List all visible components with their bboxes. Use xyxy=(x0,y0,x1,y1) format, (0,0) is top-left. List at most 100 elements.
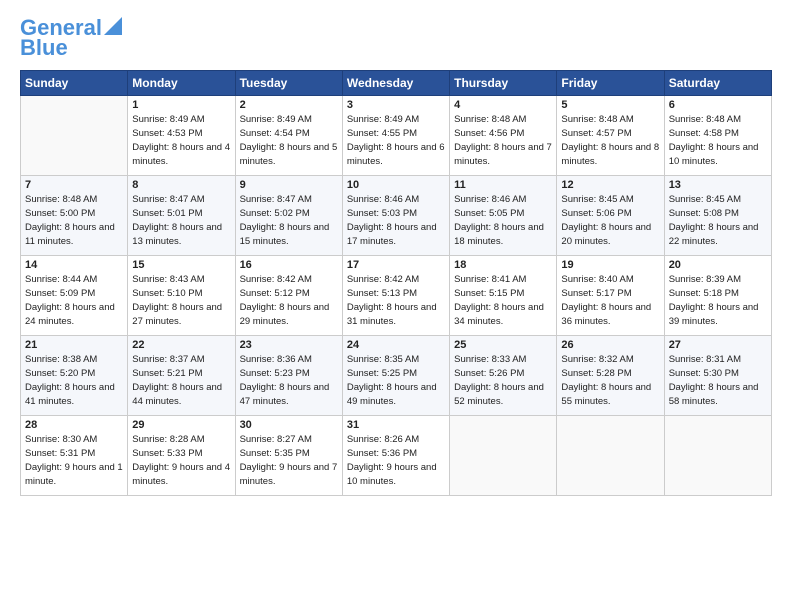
sunrise-text: Sunrise: 8:41 AM xyxy=(454,273,552,287)
cell-content: Sunrise: 8:48 AM Sunset: 5:00 PM Dayligh… xyxy=(25,193,123,248)
sunrise-text: Sunrise: 8:48 AM xyxy=(25,193,123,207)
sunrise-text: Sunrise: 8:32 AM xyxy=(561,353,659,367)
daylight-text: Daylight: 8 hours and 39 minutes. xyxy=(669,301,767,329)
sunrise-text: Sunrise: 8:46 AM xyxy=(347,193,445,207)
day-number: 7 xyxy=(25,179,123,191)
sunrise-text: Sunrise: 8:48 AM xyxy=(454,113,552,127)
cell-content: Sunrise: 8:49 AM Sunset: 4:55 PM Dayligh… xyxy=(347,113,445,168)
cell-content: Sunrise: 8:30 AM Sunset: 5:31 PM Dayligh… xyxy=(25,433,123,488)
sunset-text: Sunset: 5:36 PM xyxy=(347,447,445,461)
sunrise-text: Sunrise: 8:49 AM xyxy=(347,113,445,127)
sunset-text: Sunset: 5:17 PM xyxy=(561,287,659,301)
sunset-text: Sunset: 5:35 PM xyxy=(240,447,338,461)
sunset-text: Sunset: 5:28 PM xyxy=(561,367,659,381)
sunset-text: Sunset: 5:30 PM xyxy=(669,367,767,381)
daylight-text: Daylight: 8 hours and 17 minutes. xyxy=(347,221,445,249)
sunset-text: Sunset: 5:26 PM xyxy=(454,367,552,381)
cell-content: Sunrise: 8:33 AM Sunset: 5:26 PM Dayligh… xyxy=(454,353,552,408)
day-number: 20 xyxy=(669,259,767,271)
daylight-text: Daylight: 8 hours and 52 minutes. xyxy=(454,381,552,409)
day-number: 4 xyxy=(454,99,552,111)
cell-content: Sunrise: 8:37 AM Sunset: 5:21 PM Dayligh… xyxy=(132,353,230,408)
daylight-text: Daylight: 8 hours and 18 minutes. xyxy=(454,221,552,249)
daylight-text: Daylight: 8 hours and 4 minutes. xyxy=(132,141,230,169)
calendar-cell: 29 Sunrise: 8:28 AM Sunset: 5:33 PM Dayl… xyxy=(128,416,235,496)
daylight-text: Daylight: 8 hours and 58 minutes. xyxy=(669,381,767,409)
calendar-cell: 9 Sunrise: 8:47 AM Sunset: 5:02 PM Dayli… xyxy=(235,176,342,256)
cell-content: Sunrise: 8:46 AM Sunset: 5:03 PM Dayligh… xyxy=(347,193,445,248)
sunset-text: Sunset: 5:12 PM xyxy=(240,287,338,301)
calendar-cell: 3 Sunrise: 8:49 AM Sunset: 4:55 PM Dayli… xyxy=(342,96,449,176)
day-number: 9 xyxy=(240,179,338,191)
sunset-text: Sunset: 4:56 PM xyxy=(454,127,552,141)
day-number: 13 xyxy=(669,179,767,191)
sunset-text: Sunset: 5:33 PM xyxy=(132,447,230,461)
weekday-header-monday: Monday xyxy=(128,71,235,96)
calendar-cell xyxy=(21,96,128,176)
daylight-text: Daylight: 8 hours and 27 minutes. xyxy=(132,301,230,329)
daylight-text: Daylight: 8 hours and 22 minutes. xyxy=(669,221,767,249)
day-number: 21 xyxy=(25,339,123,351)
sunrise-text: Sunrise: 8:42 AM xyxy=(240,273,338,287)
weekday-header-thursday: Thursday xyxy=(450,71,557,96)
day-number: 26 xyxy=(561,339,659,351)
sunset-text: Sunset: 4:54 PM xyxy=(240,127,338,141)
cell-content: Sunrise: 8:43 AM Sunset: 5:10 PM Dayligh… xyxy=(132,273,230,328)
daylight-text: Daylight: 8 hours and 7 minutes. xyxy=(454,141,552,169)
daylight-text: Daylight: 8 hours and 36 minutes. xyxy=(561,301,659,329)
sunrise-text: Sunrise: 8:44 AM xyxy=(25,273,123,287)
calendar-cell: 16 Sunrise: 8:42 AM Sunset: 5:12 PM Dayl… xyxy=(235,256,342,336)
week-row-4: 28 Sunrise: 8:30 AM Sunset: 5:31 PM Dayl… xyxy=(21,416,772,496)
cell-content: Sunrise: 8:49 AM Sunset: 4:54 PM Dayligh… xyxy=(240,113,338,168)
weekday-header-saturday: Saturday xyxy=(664,71,771,96)
cell-content: Sunrise: 8:49 AM Sunset: 4:53 PM Dayligh… xyxy=(132,113,230,168)
sunrise-text: Sunrise: 8:47 AM xyxy=(132,193,230,207)
logo-triangle-icon xyxy=(104,17,122,35)
daylight-text: Daylight: 8 hours and 41 minutes. xyxy=(25,381,123,409)
sunrise-text: Sunrise: 8:31 AM xyxy=(669,353,767,367)
calendar-cell: 4 Sunrise: 8:48 AM Sunset: 4:56 PM Dayli… xyxy=(450,96,557,176)
daylight-text: Daylight: 8 hours and 15 minutes. xyxy=(240,221,338,249)
cell-content: Sunrise: 8:32 AM Sunset: 5:28 PM Dayligh… xyxy=(561,353,659,408)
daylight-text: Daylight: 8 hours and 29 minutes. xyxy=(240,301,338,329)
cell-content: Sunrise: 8:31 AM Sunset: 5:30 PM Dayligh… xyxy=(669,353,767,408)
day-number: 12 xyxy=(561,179,659,191)
calendar-cell xyxy=(664,416,771,496)
sunrise-text: Sunrise: 8:42 AM xyxy=(347,273,445,287)
calendar-cell: 2 Sunrise: 8:49 AM Sunset: 4:54 PM Dayli… xyxy=(235,96,342,176)
sunset-text: Sunset: 5:08 PM xyxy=(669,207,767,221)
weekday-header-wednesday: Wednesday xyxy=(342,71,449,96)
cell-content: Sunrise: 8:48 AM Sunset: 4:56 PM Dayligh… xyxy=(454,113,552,168)
daylight-text: Daylight: 9 hours and 7 minutes. xyxy=(240,461,338,489)
week-row-2: 14 Sunrise: 8:44 AM Sunset: 5:09 PM Dayl… xyxy=(21,256,772,336)
calendar-cell: 5 Sunrise: 8:48 AM Sunset: 4:57 PM Dayli… xyxy=(557,96,664,176)
weekday-header-row: SundayMondayTuesdayWednesdayThursdayFrid… xyxy=(21,71,772,96)
day-number: 5 xyxy=(561,99,659,111)
day-number: 17 xyxy=(347,259,445,271)
calendar-cell: 7 Sunrise: 8:48 AM Sunset: 5:00 PM Dayli… xyxy=(21,176,128,256)
calendar-cell: 14 Sunrise: 8:44 AM Sunset: 5:09 PM Dayl… xyxy=(21,256,128,336)
cell-content: Sunrise: 8:39 AM Sunset: 5:18 PM Dayligh… xyxy=(669,273,767,328)
day-number: 18 xyxy=(454,259,552,271)
cell-content: Sunrise: 8:46 AM Sunset: 5:05 PM Dayligh… xyxy=(454,193,552,248)
daylight-text: Daylight: 8 hours and 49 minutes. xyxy=(347,381,445,409)
daylight-text: Daylight: 8 hours and 20 minutes. xyxy=(561,221,659,249)
sunrise-text: Sunrise: 8:35 AM xyxy=(347,353,445,367)
daylight-text: Daylight: 8 hours and 13 minutes. xyxy=(132,221,230,249)
day-number: 22 xyxy=(132,339,230,351)
cell-content: Sunrise: 8:44 AM Sunset: 5:09 PM Dayligh… xyxy=(25,273,123,328)
calendar-cell: 22 Sunrise: 8:37 AM Sunset: 5:21 PM Dayl… xyxy=(128,336,235,416)
day-number: 2 xyxy=(240,99,338,111)
cell-content: Sunrise: 8:48 AM Sunset: 4:58 PM Dayligh… xyxy=(669,113,767,168)
day-number: 25 xyxy=(454,339,552,351)
sunrise-text: Sunrise: 8:39 AM xyxy=(669,273,767,287)
day-number: 31 xyxy=(347,419,445,431)
day-number: 19 xyxy=(561,259,659,271)
cell-content: Sunrise: 8:28 AM Sunset: 5:33 PM Dayligh… xyxy=(132,433,230,488)
logo: General Blue xyxy=(20,16,122,60)
day-number: 11 xyxy=(454,179,552,191)
calendar-cell: 20 Sunrise: 8:39 AM Sunset: 5:18 PM Dayl… xyxy=(664,256,771,336)
logo-blue: Blue xyxy=(20,36,68,60)
sunset-text: Sunset: 4:55 PM xyxy=(347,127,445,141)
calendar-table: SundayMondayTuesdayWednesdayThursdayFrid… xyxy=(20,70,772,496)
